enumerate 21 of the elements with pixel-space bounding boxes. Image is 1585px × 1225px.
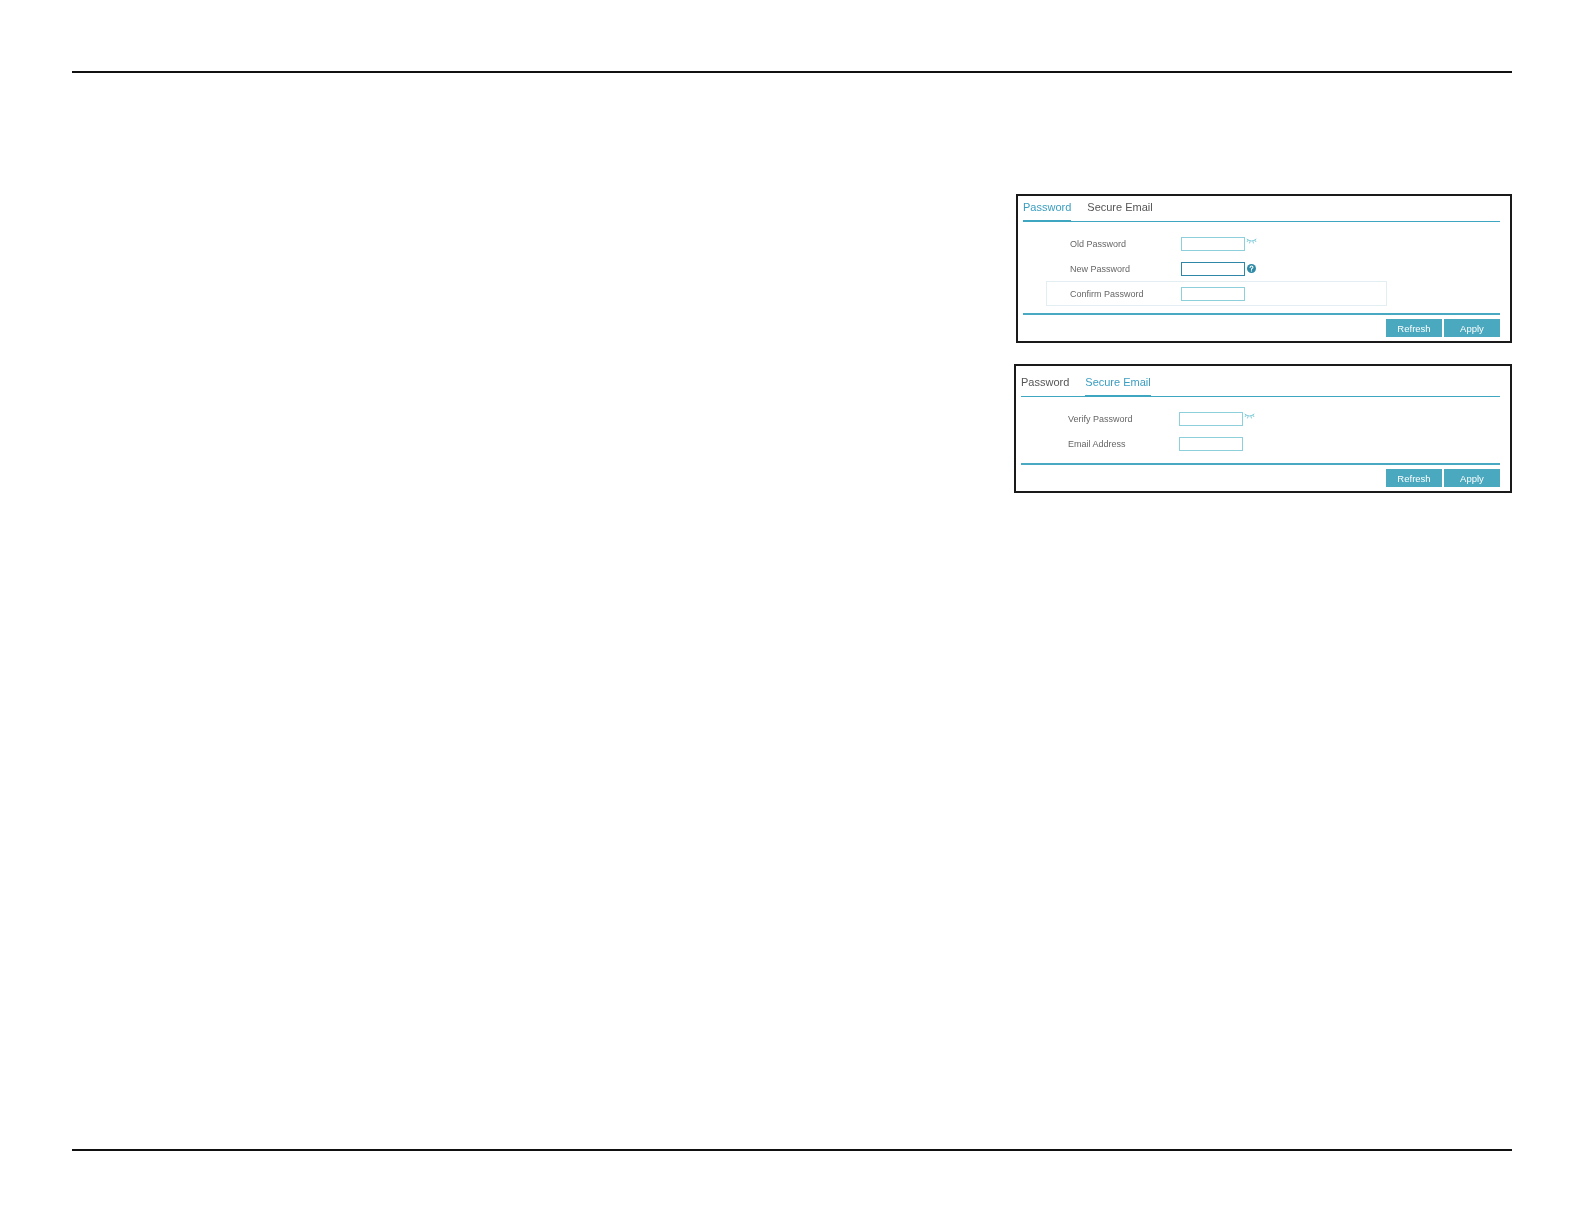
tab[interactable]: Password	[1021, 373, 1070, 397]
field-label: Confirm Password	[1070, 288, 1145, 299]
input-field[interactable]	[1181, 236, 1245, 251]
tab[interactable]: Secure Email	[1087, 198, 1153, 222]
action-button[interactable]: Apply	[1444, 469, 1500, 487]
action-button[interactable]: Refresh	[1386, 319, 1442, 337]
field-label: Old Password	[1070, 238, 1128, 249]
input-field[interactable]	[1179, 436, 1243, 451]
closed-eye-icon[interactable]	[1246, 237, 1257, 244]
field-label: New Password	[1070, 263, 1132, 274]
tab[interactable]: Secure Email	[1085, 373, 1151, 397]
help-icon[interactable]	[1247, 264, 1256, 273]
field-label: Email Address	[1068, 438, 1127, 449]
field-label: Verify Password	[1068, 413, 1134, 424]
input-field[interactable]	[1179, 411, 1243, 426]
input-field[interactable]	[1181, 286, 1245, 301]
action-button[interactable]: Apply	[1444, 319, 1500, 337]
action-button[interactable]: Refresh	[1386, 469, 1442, 487]
tab[interactable]: Password	[1023, 198, 1072, 222]
closed-eye-icon[interactable]	[1244, 412, 1255, 419]
input-field[interactable]	[1181, 261, 1245, 276]
